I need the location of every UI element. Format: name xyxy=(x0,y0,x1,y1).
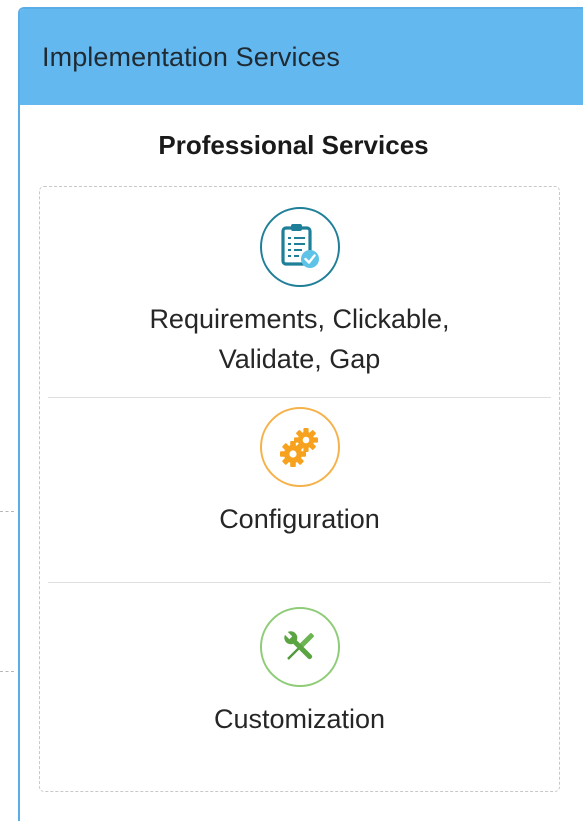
clipboard-check-icon xyxy=(259,207,340,287)
gears-icon xyxy=(259,407,340,487)
service-item-label: Requirements, Clickable, Validate, Gap xyxy=(149,304,450,374)
service-item-label: Configuration xyxy=(219,504,380,534)
panel-title: Implementation Services xyxy=(42,41,340,72)
service-item-customization[interactable]: Customization xyxy=(48,607,551,777)
service-item-configuration[interactable]: Configuration xyxy=(48,407,551,583)
services-box: Requirements, Clickable, Validate, Gap C… xyxy=(39,186,560,792)
connector-line xyxy=(0,511,14,512)
connector-line xyxy=(0,671,14,672)
service-item-requirements[interactable]: Requirements, Clickable, Validate, Gap xyxy=(48,207,551,398)
section-title: Professional Services xyxy=(0,130,565,161)
page: Implementation Services Professional Ser… xyxy=(0,0,583,821)
section-title-text: Professional Services xyxy=(158,130,429,160)
wrench-screwdriver-icon xyxy=(259,607,340,687)
service-item-label: Customization xyxy=(213,704,386,734)
panel-header: Implementation Services xyxy=(20,9,583,105)
